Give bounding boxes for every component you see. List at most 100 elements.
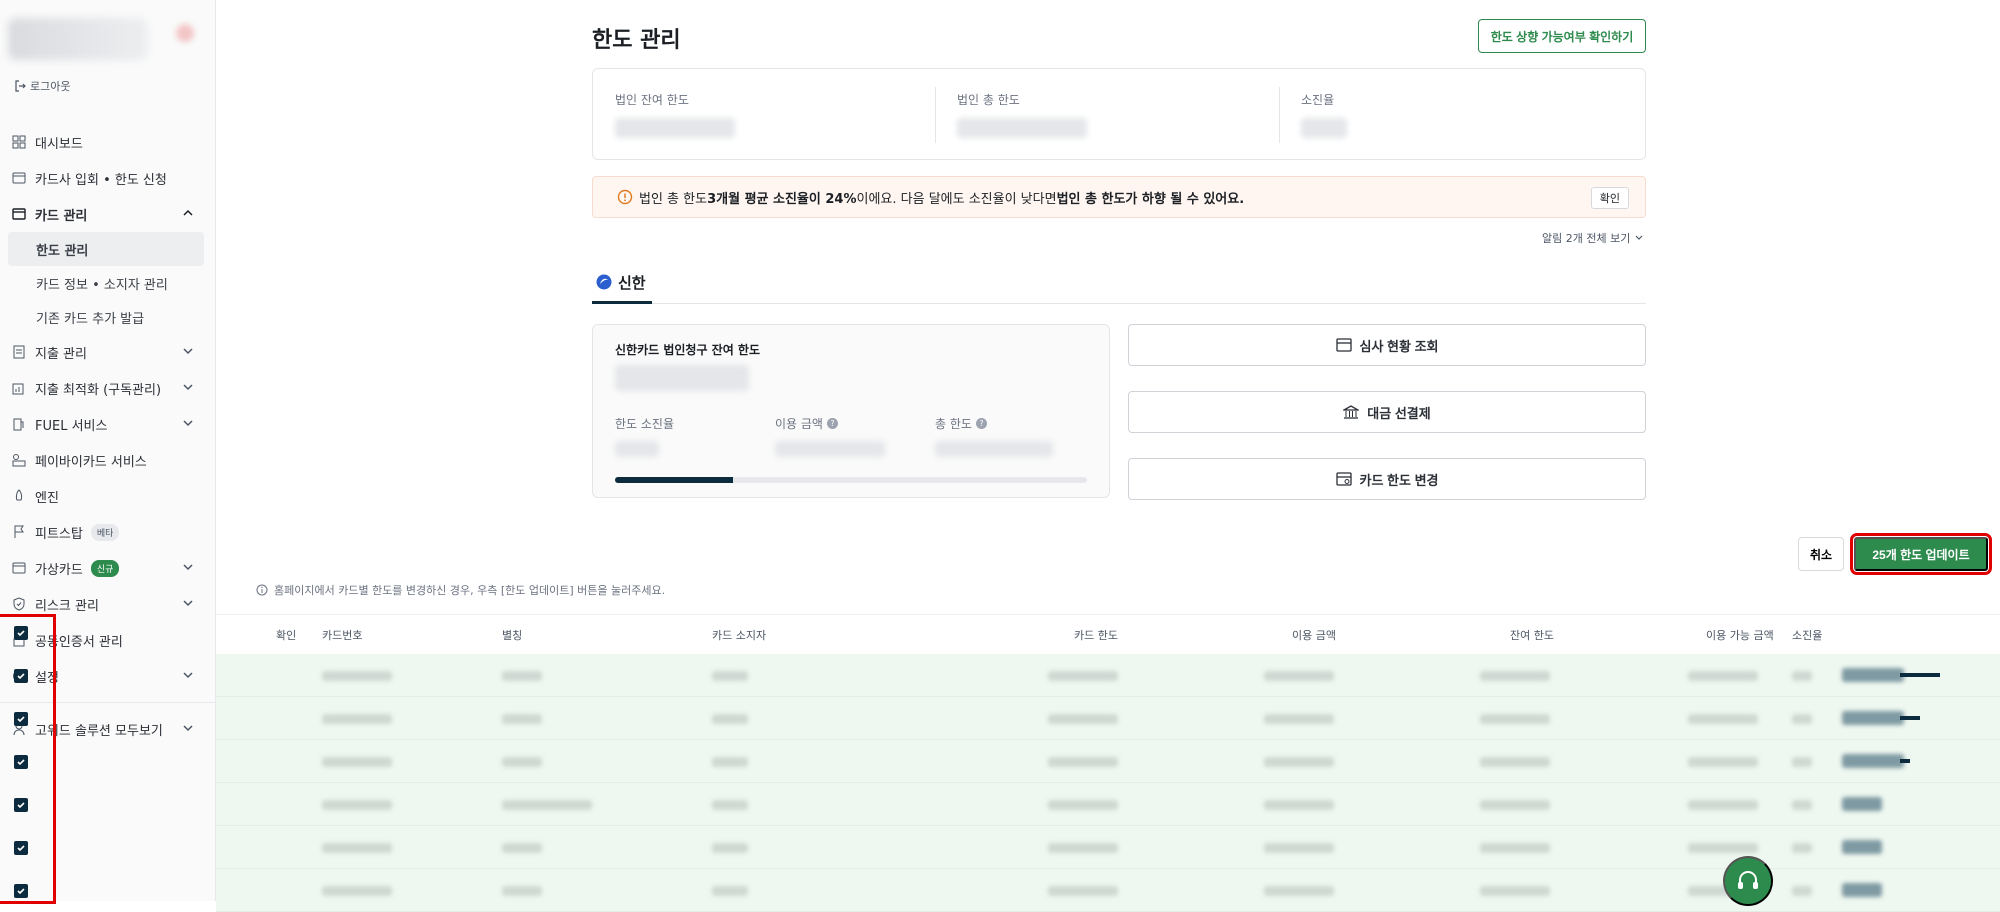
table-header: 확인 카드번호 별칭 카드 소지자 카드 한도 이용 금액 잔여 한도 이용 가… xyxy=(216,614,2000,654)
sidebar-item-virtual-card[interactable]: 가상카드 신규 xyxy=(0,550,216,586)
cancel-button[interactable]: 취소 xyxy=(1798,537,1844,571)
check-icon xyxy=(17,845,25,852)
help-icon[interactable]: ? xyxy=(975,418,987,429)
table-cell-redacted xyxy=(1480,886,1550,896)
panel-used-amount: 이용 금액? xyxy=(775,415,838,432)
logout-link[interactable]: 로그아웃 xyxy=(14,78,70,94)
table-cell-redacted xyxy=(1792,757,1812,767)
check-icon xyxy=(17,630,25,637)
panel-used-label: 이용 금액 xyxy=(775,417,823,431)
panel-usage-rate-value-redacted xyxy=(615,441,659,457)
main-content: 한도 관리 한도 상향 가능여부 확인하기 법인 잔여 한도 법인 총 한도 소… xyxy=(216,0,2000,912)
panel-usage-rate: 한도 소진율 xyxy=(615,415,674,432)
document-icon xyxy=(12,345,26,359)
support-chat-button[interactable] xyxy=(1723,856,1773,906)
sidebar-subitem-additional-card[interactable]: 기존 카드 추가 발급 xyxy=(0,300,216,334)
row-checkbox[interactable] xyxy=(14,669,28,683)
check-limit-increase-button[interactable]: 한도 상향 가능여부 확인하기 xyxy=(1478,19,1646,53)
update-limits-button[interactable]: 25개 한도 업데이트 xyxy=(1850,533,1992,575)
table-cell-redacted xyxy=(1264,757,1334,767)
view-all-alerts-link[interactable]: 알림 2개 전체 보기 xyxy=(1542,230,1644,246)
table-row[interactable] xyxy=(216,697,2000,740)
table-cell-redacted xyxy=(322,800,392,810)
alert-confirm-button[interactable]: 확인 xyxy=(1590,187,1629,209)
panel-used-value-redacted xyxy=(775,441,885,457)
table-cell-redacted xyxy=(1048,800,1118,810)
usage-rate-value-redacted xyxy=(1301,118,1347,138)
sidebar-item-expense-management[interactable]: 지출 관리 xyxy=(0,334,216,370)
logout-label: 로그아웃 xyxy=(30,80,71,93)
table-cell-redacted xyxy=(712,671,748,681)
sidebar-item-card-application[interactable]: 카드사 입회 • 한도 신청 xyxy=(0,160,216,196)
col-alias[interactable]: 별칭 xyxy=(502,627,522,643)
sidebar-item-pitstop[interactable]: 피트스탑 베타 xyxy=(0,514,216,550)
prepay-button[interactable]: 대금 선결제 xyxy=(1128,391,1646,433)
panel-total-value-redacted xyxy=(935,441,1053,457)
sidebar-subitem-limit-management[interactable]: 한도 관리 xyxy=(8,232,204,266)
sidebar-item-fuel[interactable]: FUEL 서비스 xyxy=(0,406,216,442)
col-card-limit[interactable]: 카드 한도 xyxy=(1074,627,1118,643)
row-checkbox[interactable] xyxy=(14,841,28,855)
panel-remaining-value-redacted xyxy=(615,365,749,391)
table-cell-redacted xyxy=(1792,800,1812,810)
sidebar-subitem-card-info[interactable]: 카드 정보 • 소지자 관리 xyxy=(0,266,216,300)
prepay-label: 대금 선결제 xyxy=(1367,405,1431,421)
sidebar-item-label: 피트스탑 xyxy=(35,526,83,542)
sidebar-item-card-management[interactable]: 카드 관리 xyxy=(0,196,216,232)
corp-total-label: 법인 총 한도 xyxy=(957,93,1020,107)
notification-badge[interactable] xyxy=(176,24,194,42)
sidebar-item-expense-optimization[interactable]: 지출 최적화 (구독관리) xyxy=(0,370,216,406)
table-row[interactable] xyxy=(216,654,2000,697)
col-remaining[interactable]: 잔여 한도 xyxy=(1510,627,1554,643)
col-holder[interactable]: 카드 소지자 xyxy=(712,627,766,643)
table-cell-redacted xyxy=(502,800,592,810)
sidebar-item-paybycard[interactable]: 페이바이카드 서비스 xyxy=(0,442,216,478)
review-status-label: 심사 현황 조회 xyxy=(1359,338,1439,354)
col-used[interactable]: 이용 금액 xyxy=(1292,627,1336,643)
review-status-button[interactable]: 심사 현황 조회 xyxy=(1128,324,1646,366)
table-cell-redacted xyxy=(1480,800,1550,810)
card-settings-icon xyxy=(1335,472,1352,486)
col-card-number[interactable]: 카드번호 xyxy=(322,627,362,643)
table-cell-redacted xyxy=(1480,714,1550,724)
col-confirm: 확인 xyxy=(276,629,297,642)
profile-name-redacted[interactable] xyxy=(8,18,148,60)
beta-badge: 베타 xyxy=(90,523,120,541)
table-cell-redacted xyxy=(1792,843,1812,853)
table-row[interactable] xyxy=(216,740,2000,783)
sidebar-item-engine[interactable]: 엔진 xyxy=(0,478,216,514)
row-checkbox[interactable] xyxy=(14,755,28,769)
sidebar-item-dashboard[interactable]: 대시보드 xyxy=(0,124,216,160)
tab-shinhan[interactable]: 신한 xyxy=(592,266,652,304)
table-cell-redacted xyxy=(1264,800,1334,810)
col-available[interactable]: 이용 가능 금액 xyxy=(1706,627,1774,643)
help-icon[interactable]: ? xyxy=(826,418,838,429)
fuel-icon xyxy=(12,417,26,431)
chevron-down-icon xyxy=(183,725,193,732)
table-cell-redacted xyxy=(1480,843,1550,853)
table-cell-redacted xyxy=(322,757,392,767)
shield-icon xyxy=(12,597,26,611)
check-icon xyxy=(17,759,25,766)
shinhan-logo-icon xyxy=(596,274,612,290)
row-checkbox[interactable] xyxy=(14,712,28,726)
row-checkbox[interactable] xyxy=(14,798,28,812)
table-cell-redacted xyxy=(712,757,748,767)
paybycard-icon xyxy=(12,453,26,467)
sidebar-item-label: 지출 관리 xyxy=(35,346,87,362)
col-usage-rate[interactable]: 소진율 xyxy=(1792,627,1822,643)
table-cell-redacted xyxy=(1048,671,1118,681)
check-icon xyxy=(17,673,25,680)
select-all-checkbox[interactable] xyxy=(14,626,28,640)
table-cell-redacted xyxy=(502,714,542,724)
alert-bold-2: 법인 총 한도가 하향 될 수 있어요. xyxy=(1056,191,1245,207)
usage-bar-redacted xyxy=(1842,754,1904,768)
info-icon xyxy=(617,189,633,205)
row-checkbox[interactable] xyxy=(14,884,28,898)
corp-total-value-redacted xyxy=(957,118,1087,138)
table-row[interactable] xyxy=(216,783,2000,826)
chevron-down-icon xyxy=(183,348,193,355)
change-card-limit-button[interactable]: 카드 한도 변경 xyxy=(1128,458,1646,500)
alert-text-2: 이에요. 다음 달에도 소진율이 낮다면 xyxy=(856,191,1057,207)
panel-total-limit: 총 한도? xyxy=(935,415,987,432)
